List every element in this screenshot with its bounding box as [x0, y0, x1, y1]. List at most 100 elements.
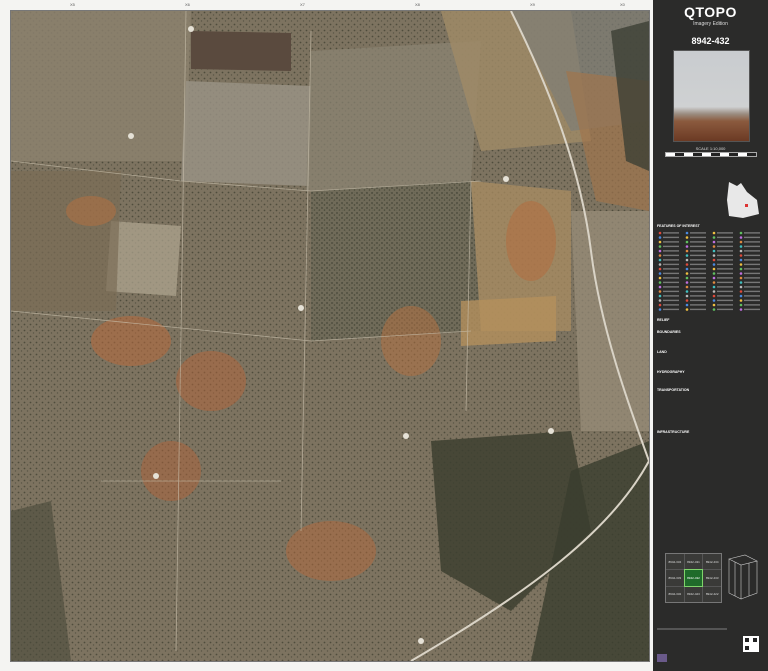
- legend-symbol-icon: [712, 290, 716, 293]
- legend-symbol-icon: [739, 281, 743, 284]
- legend-symbol-icon: [685, 236, 689, 239]
- legend-label-line: [717, 268, 733, 270]
- legend-label-line: [717, 281, 733, 284]
- legend-label-line: [690, 281, 706, 284]
- legend-section-title: FEATURES OF INTEREST: [657, 224, 700, 228]
- footer-logos: [657, 628, 759, 662]
- grid-tick-top: X8: [415, 2, 420, 7]
- legend-label-line: [663, 281, 679, 284]
- legend-label-line: [690, 272, 706, 275]
- legend-label-line: [744, 232, 760, 234]
- legend-label-line: [690, 254, 706, 257]
- legend-label-line: [663, 277, 679, 279]
- legend-label-line: [717, 263, 733, 266]
- adjoining-sheet[interactable]: 8942-332: [666, 586, 684, 602]
- legend-label-line: [690, 245, 706, 248]
- legend-symbol-icon: [685, 231, 689, 235]
- legend-label-line: [690, 299, 706, 302]
- map-edition: Imagery Edition: [693, 21, 728, 27]
- legend-symbol-icon: [739, 272, 743, 275]
- legend-symbol-icon: [658, 281, 662, 284]
- imagery-canvas: [11, 11, 649, 661]
- adjoining-sheet[interactable]: 8942-433: [703, 570, 721, 586]
- sheet-layout-diagram: [728, 554, 758, 600]
- legend-symbol-icon: [685, 294, 689, 298]
- grid-tick-top: X7: [300, 2, 305, 7]
- adjoining-sheets-grid: 8942-334 8942-431 8942-434 8942-333 8942…: [665, 553, 722, 603]
- legend-symbol-icon: [658, 303, 662, 307]
- legend-symbol-icon: [712, 303, 716, 307]
- scale-label: SCALE 1:10,000: [695, 146, 726, 151]
- legend-label-line: [663, 268, 679, 270]
- legend-label-line: [690, 304, 706, 306]
- legend-symbol-icon: [712, 299, 716, 302]
- legend-symbol-icon: [739, 290, 743, 293]
- legend-label-line: [717, 250, 733, 252]
- legend-label-line: [690, 277, 706, 279]
- adjoining-sheet[interactable]: 8942-434: [703, 554, 721, 570]
- legend-symbol-icon: [739, 267, 743, 271]
- legend-label-line: [663, 308, 679, 311]
- legend-symbol-icon: [712, 245, 716, 248]
- legend-label-line: [663, 295, 679, 297]
- current-sheet[interactable]: 8942-432: [683, 569, 704, 587]
- legend-symbol-icon: [712, 249, 716, 253]
- legend-label-line: [744, 304, 760, 306]
- legend-label-line: [744, 236, 760, 239]
- legend-symbol-icon: [658, 290, 662, 293]
- legend-symbol-icon: [658, 294, 662, 298]
- legend-label-line: [744, 295, 760, 297]
- legend-label-line: [717, 295, 733, 297]
- legend-label-line: [690, 268, 706, 270]
- grid-tick-top: X9: [530, 2, 535, 7]
- legend-label-line: [717, 308, 733, 311]
- legend-section-title: BOUNDARIES: [657, 330, 681, 334]
- legend-label-line: [717, 241, 733, 243]
- legend-symbol-icon: [739, 263, 743, 266]
- legend-symbol-icon: [658, 258, 662, 262]
- legend-symbol-icon: [658, 263, 662, 266]
- legend-symbol-icon: [658, 272, 662, 275]
- legend-symbol-icon: [739, 249, 743, 253]
- sheet-number: 8942-432: [691, 36, 730, 46]
- legend-label-line: [717, 272, 733, 275]
- legend-label-line: [744, 281, 760, 284]
- legend-symbol-icon: [658, 299, 662, 302]
- legend-symbol-icon: [658, 249, 662, 253]
- legend-label-line: [690, 259, 706, 261]
- legend-symbol-icon: [712, 263, 716, 266]
- legend-symbol-icon: [739, 299, 743, 302]
- adjoining-sheet[interactable]: 8942-334: [666, 554, 684, 570]
- legend-symbol-icon: [712, 267, 716, 271]
- legend-label-line: [744, 250, 760, 252]
- map-sheet: X5 X6 X7 X8 X9 X0 QTOPO Imagery Edition …: [0, 0, 768, 671]
- imagery-map[interactable]: [10, 10, 650, 662]
- adjoining-sheet[interactable]: 8942-422: [703, 586, 721, 602]
- legend-symbol-icon: [685, 263, 689, 266]
- legend-section-title: LAND: [657, 350, 667, 354]
- legend-label-line: [690, 250, 706, 252]
- legend-label-line: [663, 290, 679, 293]
- legend-label-line: [744, 286, 760, 288]
- legend-label-line: [744, 272, 760, 275]
- legend-symbol-icon: [685, 303, 689, 307]
- legend-symbol-icon: [658, 267, 662, 271]
- legend-symbol-icon: [658, 240, 662, 244]
- legend-symbol-icon: [712, 254, 716, 257]
- legend-symbol-icon: [739, 285, 743, 289]
- legend-label-line: [717, 290, 733, 293]
- legend-label-line: [663, 241, 679, 243]
- adjoining-sheet[interactable]: 8942-333: [666, 570, 684, 586]
- legend-label-line: [717, 245, 733, 248]
- legend-label-line: [744, 254, 760, 257]
- legend-symbol-icon: [685, 272, 689, 275]
- adjoining-sheet[interactable]: 8942-423: [684, 586, 703, 602]
- legend-label-line: [663, 263, 679, 266]
- adjoining-sheet[interactable]: 8942-431: [684, 554, 703, 570]
- legend-label-line: [744, 299, 760, 302]
- legend-symbols: [658, 231, 760, 311]
- grid-tick-top: X6: [185, 2, 190, 7]
- legend-symbol-icon: [685, 254, 689, 257]
- legend-label-line: [690, 308, 706, 311]
- legend-label-line: [744, 308, 760, 311]
